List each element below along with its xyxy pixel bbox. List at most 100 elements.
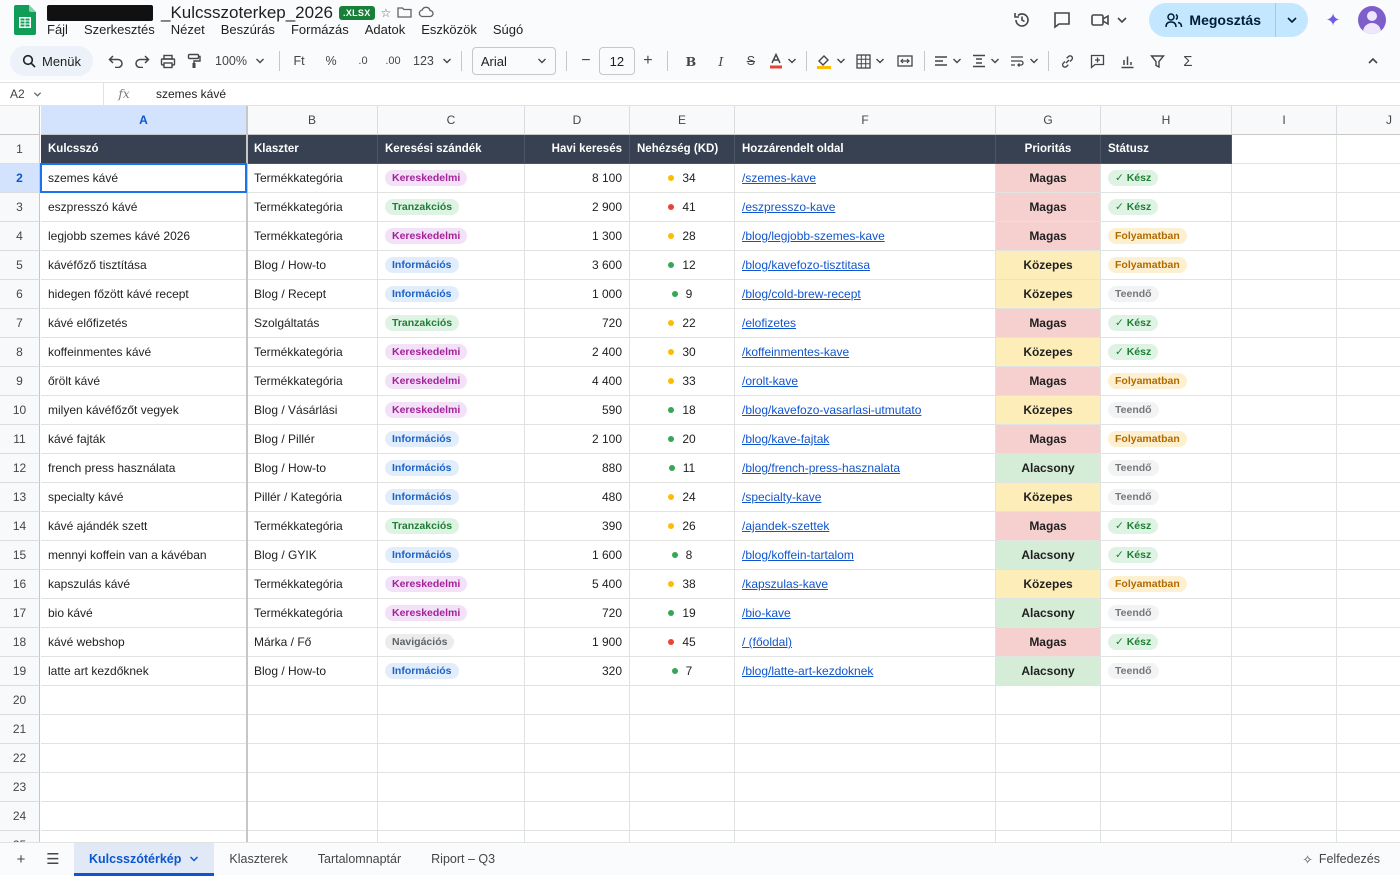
empty-cell[interactable] (1337, 831, 1400, 842)
empty-cell[interactable] (735, 773, 996, 802)
cluster-cell[interactable]: Márka / Fő (247, 628, 378, 657)
row-header-13[interactable]: 13 (0, 483, 40, 512)
row-header-22[interactable]: 22 (0, 744, 40, 773)
font-family-select[interactable]: Arial (471, 47, 556, 75)
empty-cell[interactable] (1232, 657, 1337, 686)
intent-cell[interactable]: Kereskedelmi (378, 164, 525, 193)
column-header-a[interactable]: A (41, 106, 247, 135)
font-size-input[interactable]: 12 (598, 47, 635, 75)
text-color-icon[interactable] (766, 47, 800, 75)
empty-cell[interactable] (525, 831, 630, 842)
intent-cell[interactable]: Információs (378, 483, 525, 512)
empty-cell[interactable] (1232, 222, 1337, 251)
monthly-search-cell[interactable]: 5 400 (525, 570, 630, 599)
priority-cell[interactable]: Közepes (996, 280, 1101, 309)
menu-help[interactable]: Súgó (493, 22, 523, 37)
cluster-cell[interactable]: Szolgáltatás (247, 309, 378, 338)
text-wrap-icon[interactable] (1007, 47, 1042, 75)
assigned-page-link[interactable]: /ajandek-szettek (735, 512, 996, 541)
empty-cell[interactable] (1337, 628, 1400, 657)
empty-cell[interactable] (1337, 396, 1400, 425)
monthly-search-cell[interactable]: 8 100 (525, 164, 630, 193)
spreadsheet-grid[interactable]: A B C D E F G H I J 1 2 3 4 5 6 7 8 9 10 11 12 13 14 15 16 17 18 19 2… (0, 106, 1400, 842)
empty-cell[interactable] (1232, 802, 1337, 831)
row-header-24[interactable]: 24 (0, 802, 40, 831)
empty-cell[interactable] (630, 802, 735, 831)
priority-cell[interactable]: Magas (996, 367, 1101, 396)
horizontal-align-icon[interactable] (931, 47, 965, 75)
monthly-search-cell[interactable]: 1 600 (525, 541, 630, 570)
assigned-page-link[interactable]: /eszpresszo-kave (735, 193, 996, 222)
row-header-6[interactable]: 6 (0, 280, 40, 309)
difficulty-cell[interactable]: 24 (630, 483, 735, 512)
italic-icon[interactable]: I (708, 47, 734, 75)
empty-cell[interactable] (1337, 454, 1400, 483)
intent-cell[interactable]: Információs (378, 454, 525, 483)
empty-cell[interactable] (378, 715, 525, 744)
row-header-25[interactable]: 25 (0, 831, 40, 842)
empty-cell[interactable] (1337, 338, 1400, 367)
difficulty-cell[interactable]: 28 (630, 222, 735, 251)
empty-cell[interactable] (1337, 715, 1400, 744)
monthly-search-cell[interactable]: 3 600 (525, 251, 630, 280)
empty-cell[interactable] (1337, 193, 1400, 222)
status-cell[interactable]: ✓ Kész (1101, 193, 1232, 222)
status-cell[interactable]: ✓ Kész (1101, 541, 1232, 570)
filter-icon[interactable] (1145, 47, 1171, 75)
difficulty-cell[interactable]: 19 (630, 599, 735, 628)
assigned-page-link[interactable]: /specialty-kave (735, 483, 996, 512)
empty-cell[interactable] (1337, 483, 1400, 512)
sheets-logo-icon[interactable] (14, 5, 36, 35)
percent-format-button[interactable]: % (318, 47, 344, 75)
empty-cell[interactable] (1232, 599, 1337, 628)
empty-cell[interactable] (1232, 686, 1337, 715)
intent-cell[interactable]: Kereskedelmi (378, 396, 525, 425)
keyword-cell[interactable]: french press használata (41, 454, 247, 483)
monthly-search-cell[interactable]: 2 400 (525, 338, 630, 367)
status-cell[interactable]: Folyamatban (1101, 570, 1232, 599)
empty-cell[interactable] (996, 744, 1101, 773)
empty-cell[interactable] (1232, 541, 1337, 570)
monthly-search-cell[interactable]: 2 100 (525, 425, 630, 454)
monthly-search-cell[interactable]: 1 900 (525, 628, 630, 657)
priority-cell[interactable]: Alacsony (996, 599, 1101, 628)
empty-cell[interactable] (378, 773, 525, 802)
intent-cell[interactable]: Tranzakciós (378, 193, 525, 222)
row-header-5[interactable]: 5 (0, 251, 40, 280)
monthly-search-cell[interactable]: 720 (525, 309, 630, 338)
difficulty-cell[interactable]: 9 (630, 280, 735, 309)
more-formats-button[interactable]: 123 (410, 47, 455, 75)
empty-cell[interactable] (1101, 715, 1232, 744)
status-cell[interactable]: Teendő (1101, 280, 1232, 309)
empty-cell[interactable] (41, 686, 247, 715)
assigned-page-link[interactable]: /blog/kavefozo-tisztitasa (735, 251, 996, 280)
column-header-b[interactable]: B (247, 106, 378, 135)
row-header-21[interactable]: 21 (0, 715, 40, 744)
empty-cell[interactable] (1337, 657, 1400, 686)
intent-cell[interactable]: Navigációs (378, 628, 525, 657)
empty-cell[interactable] (630, 744, 735, 773)
keyword-cell[interactable]: koffeinmentes kávé (41, 338, 247, 367)
row-header-17[interactable]: 17 (0, 599, 40, 628)
empty-cell[interactable] (378, 831, 525, 842)
cluster-cell[interactable]: Termékkategória (247, 570, 378, 599)
monthly-search-cell[interactable]: 320 (525, 657, 630, 686)
formula-input[interactable]: szemes kávé (144, 87, 226, 101)
empty-cell[interactable] (1232, 715, 1337, 744)
share-dropdown-chevron-icon[interactable] (1276, 3, 1308, 37)
status-cell[interactable]: Folyamatban (1101, 367, 1232, 396)
priority-cell[interactable]: Közepes (996, 251, 1101, 280)
empty-cell[interactable] (996, 773, 1101, 802)
assigned-page-link[interactable]: /szemes-kave (735, 164, 996, 193)
empty-cell[interactable] (1232, 251, 1337, 280)
difficulty-cell[interactable]: 41 (630, 193, 735, 222)
priority-cell[interactable]: Magas (996, 309, 1101, 338)
cluster-cell[interactable]: Termékkategória (247, 338, 378, 367)
assigned-page-link[interactable]: /blog/legjobb-szemes-kave (735, 222, 996, 251)
empty-cell[interactable] (1337, 367, 1400, 396)
empty-cell[interactable] (378, 802, 525, 831)
empty-cell[interactable] (1232, 744, 1337, 773)
empty-cell[interactable] (41, 744, 247, 773)
row-header-18[interactable]: 18 (0, 628, 40, 657)
empty-cell[interactable] (247, 773, 378, 802)
